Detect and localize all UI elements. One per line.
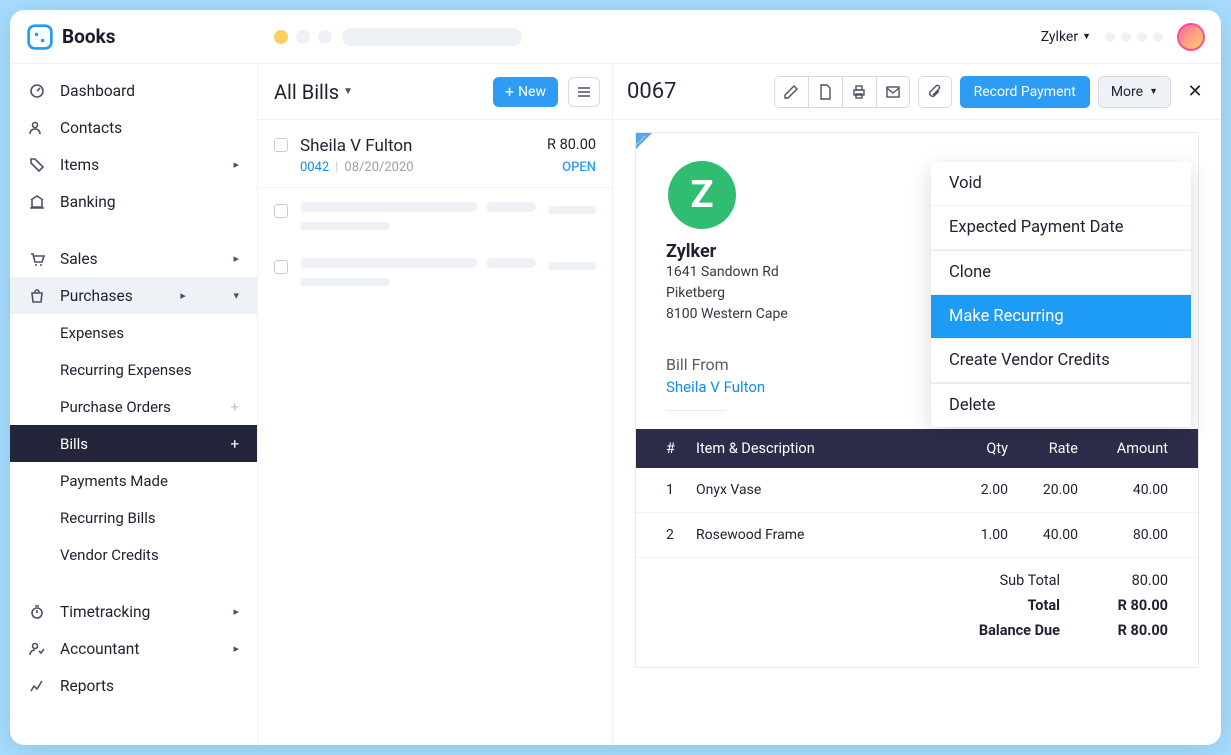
sidebar-sub-recurring expenses[interactable]: Recurring Expenses bbox=[10, 351, 257, 388]
chevron-down-icon: ▾ bbox=[233, 289, 239, 302]
sidebar-sub-purchase orders[interactable]: Purchase Orders+ bbox=[10, 388, 257, 425]
bill-number: 0067 bbox=[627, 79, 766, 104]
print-button[interactable] bbox=[842, 76, 876, 108]
tag-icon bbox=[28, 156, 46, 174]
plus-icon: + bbox=[230, 398, 239, 416]
chevron-right-icon: ▸ bbox=[233, 158, 239, 171]
sidebar-item-accountant[interactable]: Accountant▸ bbox=[10, 630, 257, 667]
status-ribbon: Pending Approval bbox=[636, 133, 652, 153]
dropdown-make recurring[interactable]: Make Recurring bbox=[931, 295, 1191, 339]
list-menu-button[interactable] bbox=[568, 77, 600, 107]
sidebar-item-dashboard[interactable]: Dashboard bbox=[10, 72, 257, 109]
chevron-right-icon: ▸ bbox=[233, 605, 239, 618]
window-dot bbox=[274, 30, 288, 44]
org-name: Zylker bbox=[666, 241, 788, 262]
new-button[interactable]: +New bbox=[493, 77, 558, 107]
list-placeholder bbox=[258, 244, 612, 300]
app-logo[interactable]: Books bbox=[26, 23, 258, 51]
sidebar-item-sales[interactable]: Sales▸ bbox=[10, 240, 257, 277]
window-dot bbox=[296, 30, 310, 44]
printer-icon bbox=[851, 84, 867, 100]
bill-from-label: Bill From bbox=[666, 355, 765, 374]
sidebar-sub-payments made[interactable]: Payments Made bbox=[10, 462, 257, 499]
dropdown-delete[interactable]: Delete bbox=[931, 384, 1191, 427]
more-button[interactable]: More▼ bbox=[1098, 76, 1171, 108]
checkbox[interactable] bbox=[274, 138, 288, 152]
sidebar-sub-expenses[interactable]: Expenses bbox=[10, 314, 257, 351]
plus-icon: + bbox=[230, 435, 239, 453]
sidebar-item-reports[interactable]: Reports bbox=[10, 667, 257, 704]
pdf-icon bbox=[817, 84, 833, 100]
users-icon bbox=[28, 119, 46, 137]
edit-button[interactable] bbox=[774, 76, 808, 108]
sidebar-sub-vendor credits[interactable]: Vendor Credits bbox=[10, 536, 257, 573]
mail-icon bbox=[885, 84, 901, 100]
email-button[interactable] bbox=[876, 76, 910, 108]
bill-list-item[interactable]: Sheila V FultonR 80.00 0042|08/20/2020OP… bbox=[258, 124, 612, 188]
chevron-right-icon: ▸ bbox=[233, 252, 239, 265]
dropdown-void[interactable]: Void bbox=[931, 162, 1191, 206]
books-icon bbox=[26, 23, 54, 51]
vendor-link[interactable]: Sheila V Fulton bbox=[666, 378, 765, 396]
sidebar-item-purchases[interactable]: Purchases▸▾ bbox=[10, 277, 257, 314]
sidebar-sub-recurring bills[interactable]: Recurring Bills bbox=[10, 499, 257, 536]
timer-icon bbox=[28, 603, 46, 621]
pdf-button[interactable] bbox=[808, 76, 842, 108]
attach-button[interactable] bbox=[918, 76, 952, 108]
sidebar-sub-bills[interactable]: Bills+ bbox=[10, 425, 257, 462]
avatar[interactable] bbox=[1177, 23, 1205, 51]
table-header: # Item & Description Qty Rate Amount bbox=[636, 429, 1198, 468]
search-placeholder[interactable] bbox=[342, 28, 522, 46]
list-filter[interactable]: All Bills▼ bbox=[274, 80, 483, 104]
app-name: Books bbox=[62, 25, 115, 48]
bag-icon bbox=[28, 287, 46, 305]
menu-icon bbox=[576, 84, 592, 100]
chevron-right-icon: ▸ bbox=[180, 289, 186, 302]
dropdown-create vendor credits[interactable]: Create Vendor Credits bbox=[931, 339, 1191, 383]
sidebar-item-items[interactable]: Items▸ bbox=[10, 146, 257, 183]
more-dropdown: VoidExpected Payment DateCloneMake Recur… bbox=[931, 162, 1191, 427]
close-button[interactable]: ✕ bbox=[1183, 80, 1207, 104]
chart-icon bbox=[28, 677, 46, 695]
paperclip-icon bbox=[927, 84, 943, 100]
line-item: 2Rosewood Frame1.0040.0080.00 bbox=[636, 513, 1198, 558]
acct-icon bbox=[28, 640, 46, 658]
window-dot bbox=[318, 30, 332, 44]
gauge-icon bbox=[28, 82, 46, 100]
pencil-icon bbox=[783, 84, 799, 100]
dropdown-clone[interactable]: Clone bbox=[931, 251, 1191, 295]
dropdown-expected payment date[interactable]: Expected Payment Date bbox=[931, 206, 1191, 250]
sidebar-item-timetracking[interactable]: Timetracking▸ bbox=[10, 593, 257, 630]
sidebar-item-banking[interactable]: Banking bbox=[10, 183, 257, 220]
sidebar-item-contacts[interactable]: Contacts bbox=[10, 109, 257, 146]
record-payment-button[interactable]: Record Payment bbox=[960, 76, 1090, 108]
chevron-right-icon: ▸ bbox=[233, 642, 239, 655]
org-switcher[interactable]: Zylker▼ bbox=[1041, 29, 1091, 45]
sidebar: DashboardContactsItems▸Banking Sales▸ Pur… bbox=[10, 64, 258, 745]
bank-icon bbox=[28, 193, 46, 211]
cart-icon bbox=[28, 250, 46, 268]
org-logo: Z bbox=[668, 161, 736, 229]
list-placeholder bbox=[258, 188, 612, 244]
line-item: 1Onyx Vase2.0020.0040.00 bbox=[636, 468, 1198, 513]
